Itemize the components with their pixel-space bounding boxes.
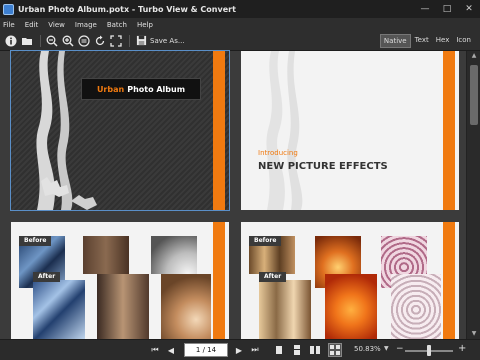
maximize-button[interactable]: □ <box>436 0 458 18</box>
slide-title: Photo Album <box>127 84 186 94</box>
info-icon[interactable] <box>4 34 18 48</box>
slide-title-box: Urban Photo Album <box>81 78 201 100</box>
status-bar: ⏮ ◀ 1 / 14 ▶ ⏭ 50.83% ▼ − + <box>0 339 480 360</box>
next-page-button[interactable]: ▶ <box>232 343 246 357</box>
accent-strip <box>443 51 455 210</box>
menu-file[interactable]: File <box>3 21 15 29</box>
menu-bar: File Edit View Image Batch Help <box>0 18 480 31</box>
fullscreen-icon[interactable] <box>109 34 123 48</box>
title-bar: Urban Photo Album.potx - Turbo View & Co… <box>0 0 480 18</box>
prev-page-button[interactable]: ◀ <box>164 343 178 357</box>
vertical-scrollbar[interactable]: ▲ ▼ <box>466 51 480 339</box>
grid-layout-button[interactable] <box>328 343 342 357</box>
tab-hex[interactable]: Hex <box>433 34 453 48</box>
after-photo-wood <box>97 274 149 339</box>
menu-image[interactable]: Image <box>75 21 97 29</box>
save-icon <box>136 35 147 46</box>
slide-thumbnail-2[interactable]: Introducing NEW PICTURE EFFECTS <box>241 51 459 210</box>
fit-zoom-icon[interactable] <box>77 34 91 48</box>
close-button[interactable]: ✕ <box>458 0 480 18</box>
two-page-layout-button[interactable] <box>308 343 322 357</box>
slide-title-accent: Urban <box>96 84 125 94</box>
slide-headline: NEW PICTURE EFFECTS <box>258 161 388 172</box>
zoom-level[interactable]: 50.83% <box>354 345 381 353</box>
toolbar: Save As... Native Text Hex Icon <box>0 31 480 51</box>
scroll-down-icon[interactable]: ▼ <box>467 329 480 339</box>
tab-native[interactable]: Native <box>379 34 411 48</box>
app-icon <box>3 3 14 15</box>
menu-edit[interactable]: Edit <box>25 21 39 29</box>
scrollbar-thumb[interactable] <box>470 65 478 125</box>
zoom-plus-icon[interactable]: + <box>458 343 466 354</box>
two-page-icon <box>310 346 320 354</box>
after-label: After <box>33 272 61 282</box>
accent-strip <box>213 222 225 339</box>
abstract-graphic <box>266 51 303 210</box>
after-photo-glass <box>33 280 85 339</box>
zoom-minus-icon[interactable]: − <box>396 344 404 354</box>
single-page-layout-button[interactable] <box>272 343 286 357</box>
rotate-icon[interactable] <box>93 34 107 48</box>
tab-icon[interactable]: Icon <box>453 34 474 48</box>
menu-view[interactable]: View <box>48 21 65 29</box>
zoom-dropdown-icon[interactable]: ▼ <box>384 345 389 352</box>
before-photo-wood <box>83 236 129 274</box>
scroll-up-icon[interactable]: ▲ <box>467 51 480 61</box>
slide-thumbnail-3[interactable]: Before After <box>11 222 229 339</box>
grid-icon <box>330 345 340 355</box>
save-as-button[interactable]: Save As... <box>136 35 185 46</box>
before-label: Before <box>19 236 52 246</box>
view-mode-tabs: Native Text Hex Icon <box>379 34 474 48</box>
first-page-button[interactable]: ⏮ <box>148 343 162 357</box>
after-photo-shell <box>161 274 211 339</box>
save-as-label: Save As... <box>150 36 185 45</box>
accent-strip <box>443 222 455 339</box>
before-photo-shell <box>151 236 197 274</box>
page-indicator[interactable]: 1 / 14 <box>184 343 228 357</box>
slide-subtitle: Introducing <box>258 149 298 157</box>
window-controls: — □ ✕ <box>414 0 480 18</box>
slide-thumbnail-4[interactable]: Before After <box>241 222 459 339</box>
abstract-graphic <box>36 51 97 210</box>
continuous-icon <box>294 345 300 355</box>
toolbar-divider <box>129 34 130 47</box>
before-label: Before <box>249 236 282 246</box>
after-label: After <box>259 272 287 282</box>
open-folder-icon[interactable] <box>20 34 34 48</box>
continuous-layout-button[interactable] <box>290 343 304 357</box>
accent-strip <box>213 51 225 210</box>
minimize-button[interactable]: — <box>414 0 436 18</box>
tab-text[interactable]: Text <box>412 34 432 48</box>
slide-thumbnail-1[interactable]: Urban Photo Album <box>10 50 230 211</box>
zoom-in-icon[interactable] <box>61 34 75 48</box>
after-photo-onion <box>391 274 441 339</box>
zoom-out-icon[interactable] <box>45 34 59 48</box>
menu-batch[interactable]: Batch <box>107 21 127 29</box>
zoom-slider-thumb[interactable] <box>427 345 431 356</box>
menu-help[interactable]: Help <box>137 21 153 29</box>
window-title: Urban Photo Album.potx - Turbo View & Co… <box>18 4 236 14</box>
last-page-button[interactable]: ⏭ <box>248 343 262 357</box>
single-page-icon <box>276 346 282 354</box>
after-photo-bottles <box>259 280 311 339</box>
after-photo-rose <box>325 274 377 339</box>
toolbar-divider <box>40 34 41 47</box>
